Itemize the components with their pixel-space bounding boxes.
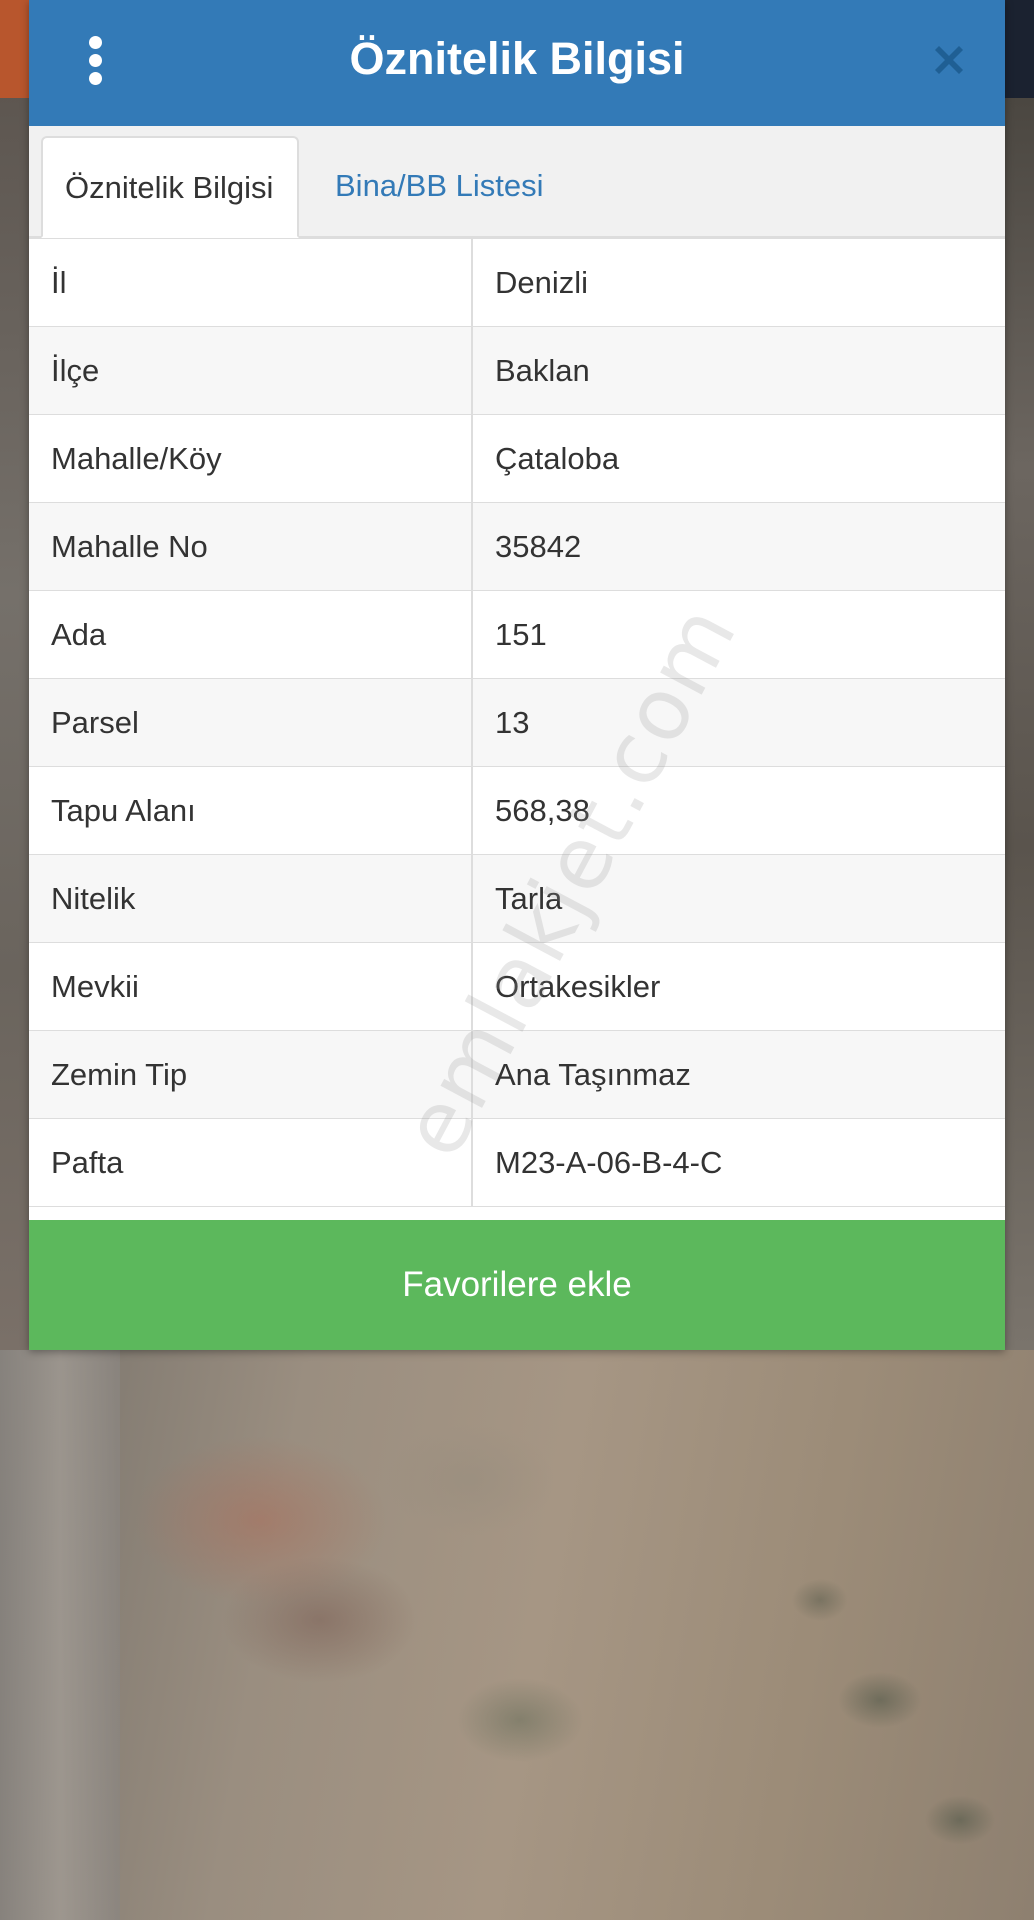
table-row: Mahalle No 35842 — [29, 502, 1005, 591]
tab-building-list[interactable]: Bina/BB Listesi — [313, 136, 566, 236]
attribute-value: 13 — [472, 678, 1005, 767]
attribute-label: Parsel — [29, 678, 473, 767]
table-row: Ada 151 — [29, 590, 1005, 679]
attribute-value: Tarla — [472, 854, 1005, 943]
attribute-label: Mahalle/Köy — [29, 414, 473, 503]
table-row: Zemin Tip Ana Taşınmaz — [29, 1030, 1005, 1119]
close-icon[interactable] — [929, 40, 969, 80]
attribute-value: Çataloba — [472, 414, 1005, 503]
attribute-label: Nitelik — [29, 854, 473, 943]
table-row: İl Denizli — [29, 238, 1005, 327]
attribute-value: Ortakesikler — [472, 942, 1005, 1031]
tab-bar: Öznitelik Bilgisi Bina/BB Listesi — [29, 126, 1005, 238]
tab-attribute-info[interactable]: Öznitelik Bilgisi — [41, 136, 299, 238]
vertical-dots-icon[interactable] — [81, 34, 111, 86]
attribute-value: Baklan — [472, 326, 1005, 415]
table-row: İlçe Baklan — [29, 326, 1005, 415]
attribute-label: İl — [29, 238, 473, 327]
attribute-label: Tapu Alanı — [29, 766, 473, 855]
table-row: Parsel 13 — [29, 678, 1005, 767]
table-row: Pafta M23-A-06-B-4-C — [29, 1118, 1005, 1207]
add-to-favorites-button[interactable]: Favorilere ekle — [29, 1220, 1005, 1350]
map-left-edge — [0, 90, 30, 1350]
attribute-value: 568,38 — [472, 766, 1005, 855]
dialog-header: Öznitelik Bilgisi — [29, 0, 1005, 126]
table-row: Tapu Alanı 568,38 — [29, 766, 1005, 855]
attribute-table: İl Denizli İlçe Baklan Mahalle/Köy Çataloba Ma… — [29, 238, 1005, 1207]
dialog-title: Öznitelik Bilgisi — [349, 33, 685, 84]
attribute-value: M23-A-06-B-4-C — [472, 1118, 1005, 1207]
attribute-label: Mahalle No — [29, 502, 473, 591]
background-app-bar-left — [0, 0, 30, 98]
table-row: Nitelik Tarla — [29, 854, 1005, 943]
attribute-value: Denizli — [472, 238, 1005, 327]
background-app-bar-right — [1005, 0, 1034, 98]
attribute-value: 35842 — [472, 502, 1005, 591]
attribute-info-dialog: Öznitelik Bilgisi Öznitelik Bilgisi Bina… — [29, 0, 1005, 1350]
attribute-label: Zemin Tip — [29, 1030, 473, 1119]
map-right-edge — [1005, 90, 1034, 1350]
attribute-label: İlçe — [29, 326, 473, 415]
attribute-label: Mevkii — [29, 942, 473, 1031]
attribute-label: Pafta — [29, 1118, 473, 1207]
table-row: Mevkii Ortakesikler — [29, 942, 1005, 1031]
table-row: Mahalle/Köy Çataloba — [29, 414, 1005, 503]
attribute-value: Ana Taşınmaz — [472, 1030, 1005, 1119]
attribute-value: 151 — [472, 590, 1005, 679]
attribute-label: Ada — [29, 590, 473, 679]
